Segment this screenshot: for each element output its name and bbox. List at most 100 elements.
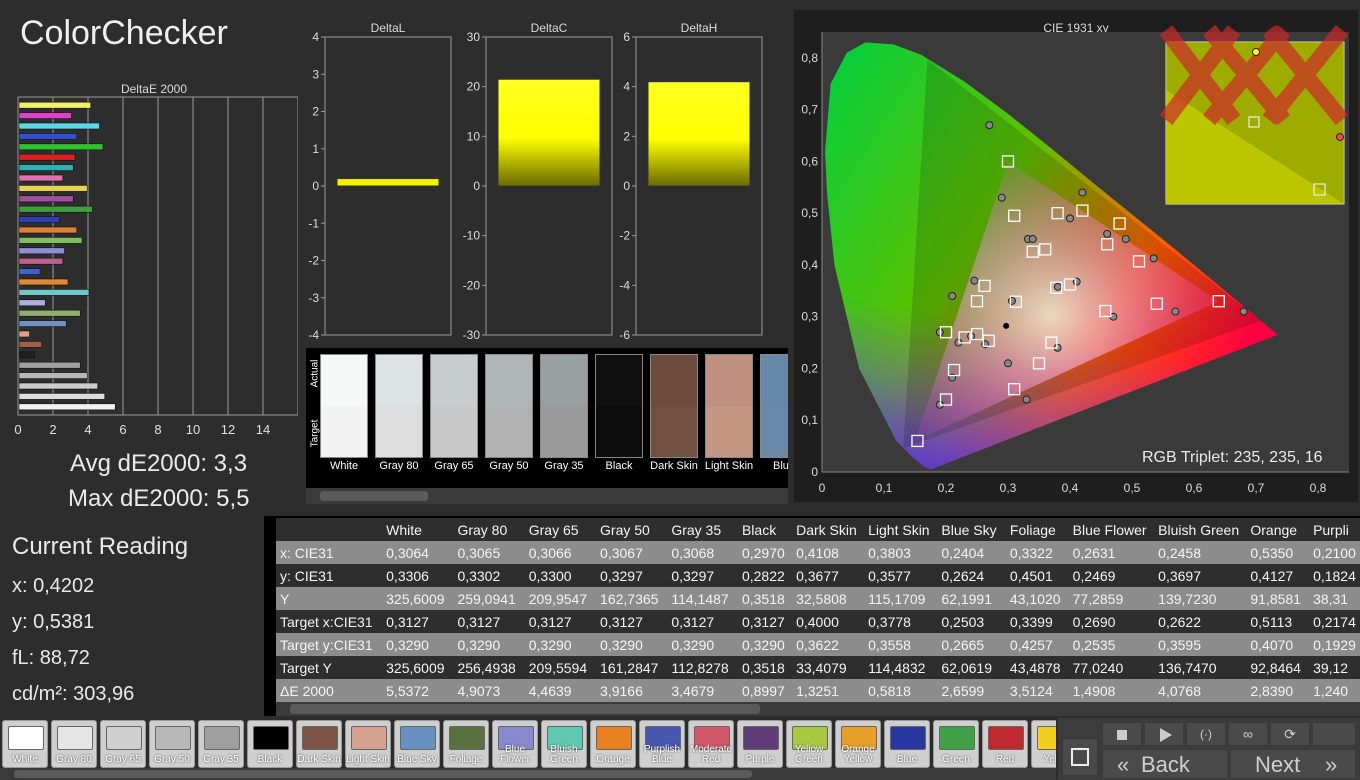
back-button[interactable]: « Back — [1102, 749, 1228, 779]
patch-button[interactable]: Bluish Green — [541, 720, 587, 768]
cie-actual-point — [1239, 307, 1248, 316]
patch-button[interactable]: Gray 65 — [100, 720, 146, 768]
cie-actual-point — [1121, 235, 1130, 244]
patch-label: Gray 65 — [105, 754, 141, 765]
patch-scroll-thumb[interactable] — [14, 770, 752, 778]
stop-button[interactable] — [1102, 722, 1142, 746]
table-cell: 38,31 — [1309, 587, 1360, 610]
patch-label: Gray 80 — [56, 754, 92, 765]
settings-icon[interactable] — [1312, 722, 1356, 746]
cie-actual-point — [1171, 307, 1180, 316]
table-cell: 1,4908 — [1068, 679, 1155, 702]
patch-swatch — [743, 726, 779, 750]
table-cell: 0,5113 — [1246, 610, 1310, 633]
patch-buttons: White Gray 80 Gray 65 Gray 50 Gray 35 Black Da… — [0, 0, 1056, 780]
rgb-triplet: RGB Triplet: 235, 235, 16 — [1142, 449, 1323, 466]
table-cell: 0,2458 — [1154, 541, 1247, 564]
patch-button[interactable]: White — [2, 720, 48, 768]
step-button[interactable]: (·) — [1186, 722, 1226, 746]
patch-label: Blue — [896, 754, 917, 765]
patch-button[interactable]: Light Skin — [345, 720, 391, 768]
patch-label: Blue Flower — [499, 744, 530, 765]
next-label: Next — [1255, 752, 1301, 777]
patch-label: Yellow Green — [794, 744, 824, 765]
cie-actual-point — [1103, 229, 1112, 238]
patch-label: Blue Sky — [397, 754, 437, 765]
table-cell: 77,2859 — [1068, 587, 1155, 610]
patch-button[interactable]: Gray 50 — [149, 720, 195, 768]
patch-label: Bluish Green — [550, 744, 578, 765]
patch-button[interactable]: Gray 35 — [198, 720, 244, 768]
patch-button[interactable]: Dark Skin — [296, 720, 342, 768]
patch-label: Green — [942, 754, 970, 765]
patch-swatch — [155, 726, 191, 750]
patch-button[interactable]: Orange — [590, 720, 636, 768]
patch-swatch — [1037, 726, 1056, 750]
patch-button[interactable]: Yellow Green — [786, 720, 832, 768]
patch-button[interactable]: Foliage — [443, 720, 489, 768]
table-cell: 0,2469 — [1068, 564, 1155, 587]
patch-button[interactable]: Black — [247, 720, 293, 768]
patch-swatch — [302, 726, 338, 750]
cie-actual-point — [1078, 188, 1087, 197]
patch-button[interactable]: Blue — [884, 720, 930, 768]
patch-button[interactable]: Orange Yellow — [835, 720, 881, 768]
table-cell: 0,2631 — [1068, 541, 1155, 564]
table-cell: 139,7230 — [1154, 587, 1247, 610]
patch-label: Purplish Blue — [643, 744, 681, 765]
patch-label: Black — [257, 754, 283, 765]
patch-button[interactable]: Purple — [737, 720, 783, 768]
play-button[interactable] — [1144, 722, 1184, 746]
patch-button[interactable]: Blue Flower — [492, 720, 538, 768]
table-cell: 0,2535 — [1068, 633, 1155, 656]
patch-scrollbar[interactable] — [0, 768, 1056, 780]
patch-label: Orange Yellow — [841, 744, 875, 765]
back-arrows-icon: « — [1117, 752, 1130, 777]
cie-actual-point — [1066, 214, 1074, 223]
patch-label: Purple — [745, 754, 775, 765]
table-cell: 91,8581 — [1246, 587, 1310, 610]
patch-swatch — [253, 726, 289, 750]
patch-label: Gray 50 — [154, 754, 190, 765]
table-cell: 0,2622 — [1154, 610, 1247, 633]
refresh-icon[interactable]: ⟳ — [1270, 722, 1310, 746]
inset-point — [1252, 48, 1260, 56]
column-header: Blue Flower — [1068, 518, 1155, 541]
patch-button[interactable]: Red — [982, 720, 1028, 768]
table-cell: 77,0240 — [1068, 656, 1155, 679]
patch-label: Red — [995, 754, 1015, 765]
patch-button[interactable]: Blue Sky — [394, 720, 440, 768]
nav-controls: (·) ∞ ⟳ « Back Next » — [1058, 718, 1360, 780]
patch-swatch — [351, 726, 387, 750]
table-cell: 0,5350 — [1246, 541, 1310, 564]
patch-label: Yello — [1043, 754, 1056, 765]
patch-label: Gray 35 — [203, 754, 239, 765]
table-cell: 2,8390 — [1246, 679, 1310, 702]
table-cell: 92,8464 — [1246, 656, 1310, 679]
patch-swatch — [596, 726, 632, 750]
table-cell: 0,2174 — [1309, 610, 1360, 633]
patch-button[interactable]: Green — [933, 720, 979, 768]
table-cell: 0,3595 — [1154, 633, 1247, 656]
patch-button[interactable]: Moderate Red — [688, 720, 734, 768]
column-header: Bluish Green — [1154, 518, 1247, 541]
table-cell: 1,240 — [1309, 679, 1360, 702]
table-cell: 0,1824 — [1309, 564, 1360, 587]
patch-button[interactable]: Gray 80 — [51, 720, 97, 768]
patch-label: Foliage — [449, 754, 483, 765]
patch-label: Moderate Red — [689, 744, 733, 765]
loop-button[interactable]: ∞ — [1228, 722, 1268, 746]
column-header: Purpli — [1309, 518, 1360, 541]
table-cell: 0,2100 — [1309, 541, 1360, 564]
patch-swatch — [8, 726, 44, 750]
table-cell: 0,4127 — [1246, 564, 1310, 587]
patch-swatch — [988, 726, 1024, 750]
patch-button[interactable]: Purplish Blue — [639, 720, 685, 768]
patch-button[interactable]: Yello — [1031, 720, 1056, 768]
table-cell: 0,2690 — [1068, 610, 1155, 633]
patch-swatch — [400, 726, 436, 750]
patch-label: White — [12, 754, 38, 765]
patch-swatch — [204, 726, 240, 750]
record-button[interactable] — [1062, 738, 1098, 776]
next-button[interactable]: Next » — [1230, 749, 1356, 779]
